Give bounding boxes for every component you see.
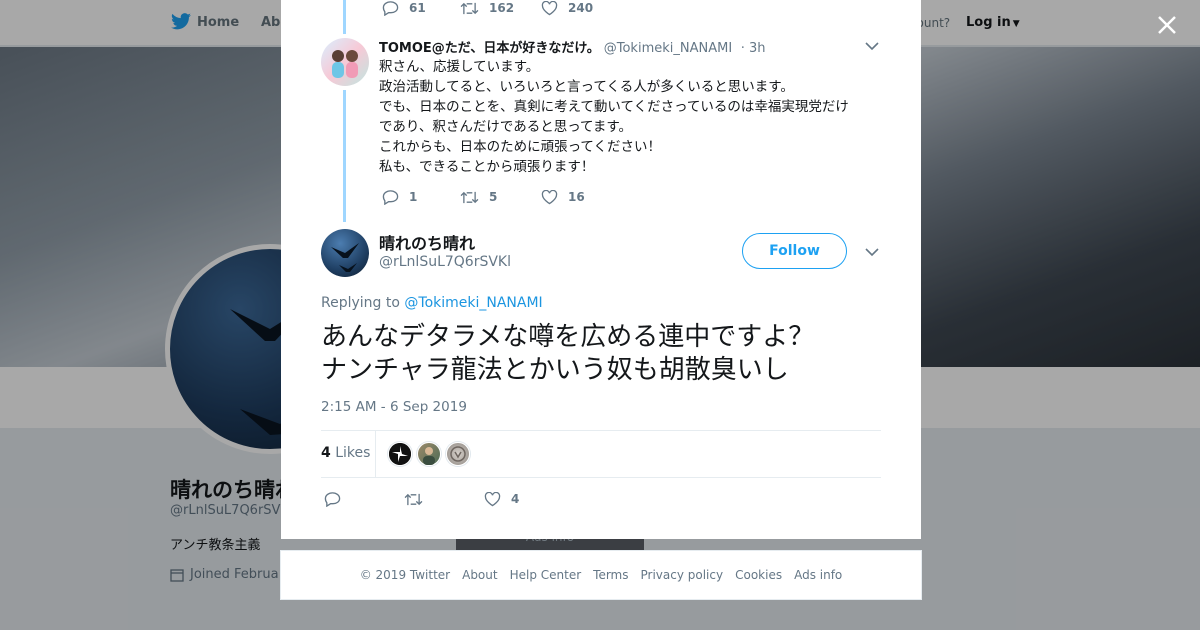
- reply-author[interactable]: TOMOE@ただ、日本が好きなだけ。 @Tokimeki_NANAMI · 3h: [379, 37, 765, 56]
- reply-icon: [382, 1, 399, 16]
- heart-icon: [541, 0, 558, 15]
- seagull-avatar-image: [331, 243, 359, 272]
- tweet-modal: 61 162 240 TOMOE@ただ、日本が好きなだけ。 @Tokimeki_N…: [281, 0, 921, 539]
- reply-icon: [382, 190, 399, 205]
- retweet-icon: [460, 2, 479, 14]
- footer-about-link[interactable]: About: [462, 568, 497, 582]
- footer-cookies-link[interactable]: Cookies: [735, 568, 782, 582]
- replying-to: Replying to @Tokimeki_NANAMI: [321, 295, 543, 311]
- like-action[interactable]: 4: [484, 491, 519, 507]
- reply-author-name[interactable]: TOMOE@ただ、日本が好きなだけ。: [379, 41, 600, 56]
- footer-ads-info-link[interactable]: Ads info: [794, 568, 842, 582]
- main-tweet-text: あんなデタラメな噂を広める連中ですよ？ ナンチャラ龍法とかいう奴も胡散臭いし: [321, 322, 815, 385]
- reply-action[interactable]: 1: [382, 189, 460, 205]
- footer-privacy-link[interactable]: Privacy policy: [641, 568, 724, 582]
- liker-avatar-image: [423, 447, 435, 465]
- footer-terms-link[interactable]: Terms: [593, 568, 628, 582]
- stats-divider: [375, 431, 376, 478]
- main-author-name[interactable]: 晴れのち晴れ: [379, 230, 475, 254]
- retweet-icon: [460, 191, 479, 203]
- retweet-action[interactable]: 5: [460, 190, 541, 205]
- liker-avatar[interactable]: [388, 442, 412, 466]
- reply-time[interactable]: · 3h: [741, 41, 766, 56]
- main-chevron-down-icon[interactable]: [865, 247, 879, 257]
- follow-button[interactable]: Follow: [742, 233, 847, 269]
- reply-icon: [324, 492, 341, 507]
- reply-tweet-actions: 1 5 16: [382, 189, 585, 205]
- likes-count[interactable]: 4 Likes: [321, 445, 370, 461]
- previous-tweet-actions: 61 162 240: [382, 0, 593, 16]
- main-author-avatar[interactable]: [321, 229, 369, 277]
- liker-avatar[interactable]: [446, 442, 470, 466]
- heart-icon: [541, 189, 558, 204]
- reply-chevron-down-icon[interactable]: [865, 41, 879, 51]
- main-author-handle[interactable]: @rLnlSuL7Q6rSVKl: [379, 254, 511, 270]
- avatar-illustration: [332, 50, 358, 78]
- close-icon[interactable]: [1154, 12, 1180, 38]
- modal-footer: © 2019 Twitter About Help Center Terms P…: [280, 550, 922, 600]
- retweet-action[interactable]: 162: [460, 1, 541, 16]
- reply-action[interactable]: [324, 491, 404, 507]
- retweet-icon: [404, 493, 423, 505]
- heart-icon: [484, 491, 501, 506]
- liker-avatar-image: [389, 443, 411, 465]
- reply-author-avatar[interactable]: [321, 38, 369, 86]
- tweet-timestamp[interactable]: 2:15 AM - 6 Sep 2019: [321, 399, 467, 415]
- replying-to-link[interactable]: @Tokimeki_NANAMI: [404, 295, 542, 311]
- reply-action[interactable]: 61: [382, 0, 460, 16]
- main-tweet-actions: 4: [324, 491, 519, 507]
- liker-avatar[interactable]: [417, 442, 441, 466]
- retweet-action[interactable]: [404, 492, 484, 507]
- reply-tweet-text: 釈さん、応援しています。 政治活動してると、いろいろと言ってくる人が多くいると思…: [379, 59, 849, 175]
- liker-avatar-image: [450, 446, 466, 462]
- reply-author-handle[interactable]: @Tokimeki_NANAMI: [604, 41, 732, 56]
- tweet-stats: 4 Likes: [321, 430, 881, 478]
- thread-line-top: [343, 0, 346, 34]
- like-action[interactable]: 16: [541, 189, 585, 205]
- thread-line-reply: [343, 90, 346, 222]
- footer-copyright: © 2019 Twitter: [359, 568, 451, 582]
- footer-help-link[interactable]: Help Center: [510, 568, 582, 582]
- like-action[interactable]: 240: [541, 0, 593, 16]
